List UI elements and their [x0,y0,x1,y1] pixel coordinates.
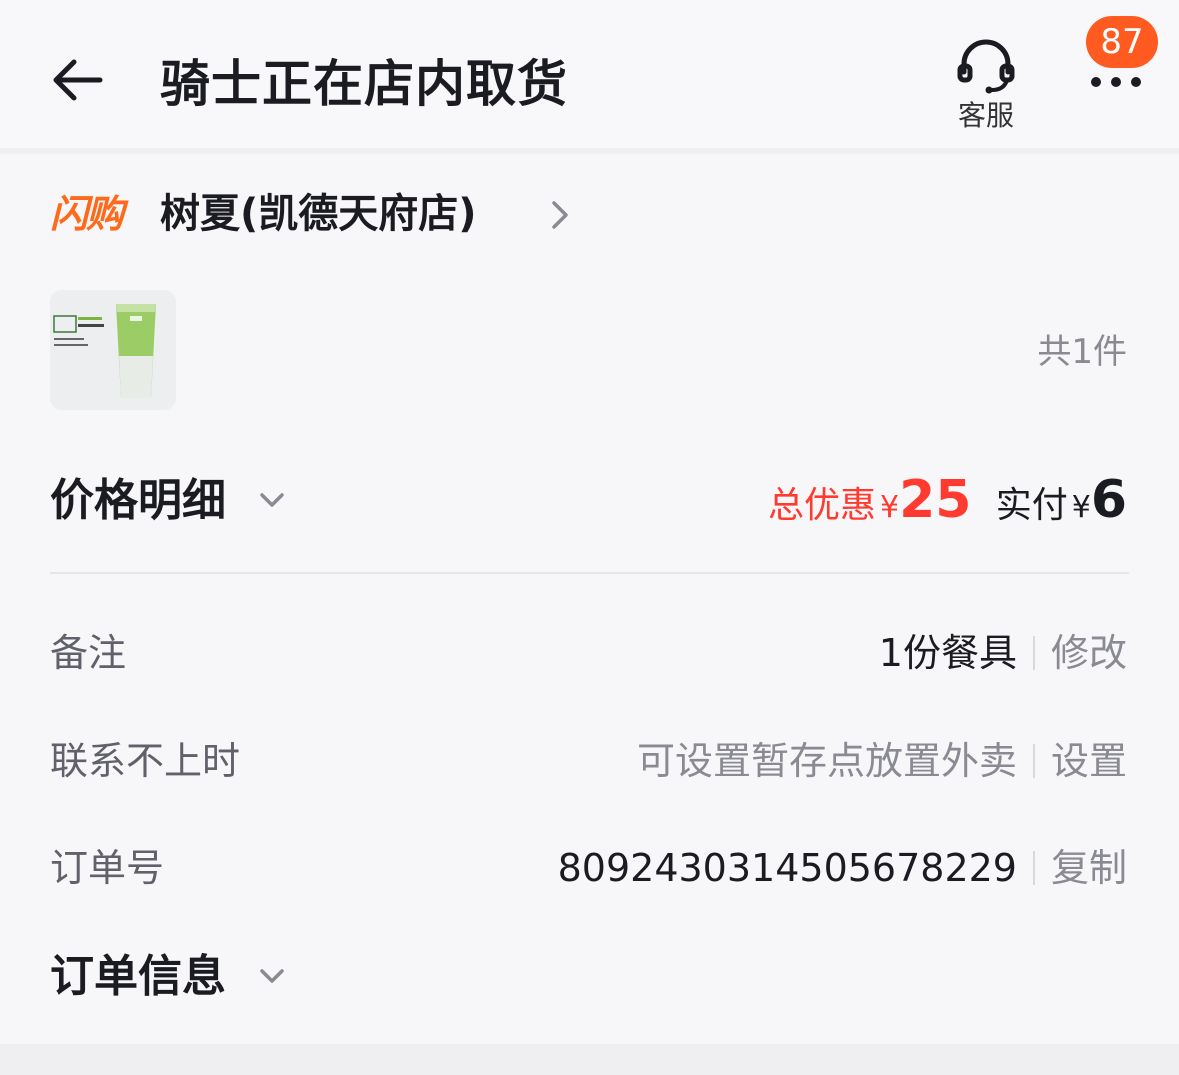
headset-icon [957,39,1015,94]
chevron-right-icon[interactable] [548,198,572,232]
set-dropoff-button[interactable]: 设置 [1051,739,1127,783]
customer-service-button[interactable]: 客服 [944,38,1028,138]
contact-fallback-label: 联系不上时 [50,739,241,783]
top-bar: 骑士正在店内取货 客服 87 [0,0,1179,148]
separator [1032,744,1035,778]
order-number-label: 订单号 [50,846,165,890]
copy-order-number-button[interactable]: 复制 [1051,846,1127,890]
discount-amount: 25 [899,470,972,530]
product-thumbnail[interactable] [50,290,176,410]
amount-paid: 实付 ¥6 [996,470,1127,530]
order-number-row: 8092430314505678229 复制 [558,843,1127,901]
notification-badge: 87 [1086,16,1158,68]
contact-fallback-row: 可设置暂存点放置外卖 设置 [637,736,1127,794]
separator [1032,636,1035,670]
paid-label: 实付 [995,485,1068,526]
contact-fallback-value: 可设置暂存点放置外卖 [636,739,1017,783]
section-divider [0,1044,1179,1075]
shangou-logo: 闪购 [50,192,124,236]
paid-amount: 6 [1090,470,1127,530]
remark-value: 1份餐具 [878,631,1017,675]
separator [1032,851,1035,885]
price-detail-toggle[interactable]: 价格明细 [50,472,226,530]
paid-currency: ¥ [1071,490,1091,525]
divider [50,572,1129,574]
more-dots-icon [1091,77,1141,87]
remark-row: 1份餐具 修改 [879,628,1127,686]
chevron-down-icon[interactable] [258,488,286,512]
back-arrow-icon[interactable] [48,50,108,110]
drink-cup-image [50,290,176,410]
discount-currency: ¥ [880,490,900,525]
discount-label: 总优惠 [768,485,877,526]
store-name-link[interactable]: 树夏(凯德天府店) [160,186,477,242]
chevron-down-icon[interactable] [258,964,286,988]
item-count: 共1件 [1037,332,1127,372]
customer-service-label: 客服 [957,99,1014,132]
order-info-toggle[interactable]: 订单信息 [50,948,226,1006]
header-divider [0,148,1179,154]
edit-remark-button[interactable]: 修改 [1051,631,1127,675]
remark-label: 备注 [50,631,127,675]
total-discount: 总优惠 ¥25 [768,470,971,530]
order-number-value: 8092430314505678229 [557,846,1017,890]
page-title: 骑士正在店内取货 [160,55,568,113]
